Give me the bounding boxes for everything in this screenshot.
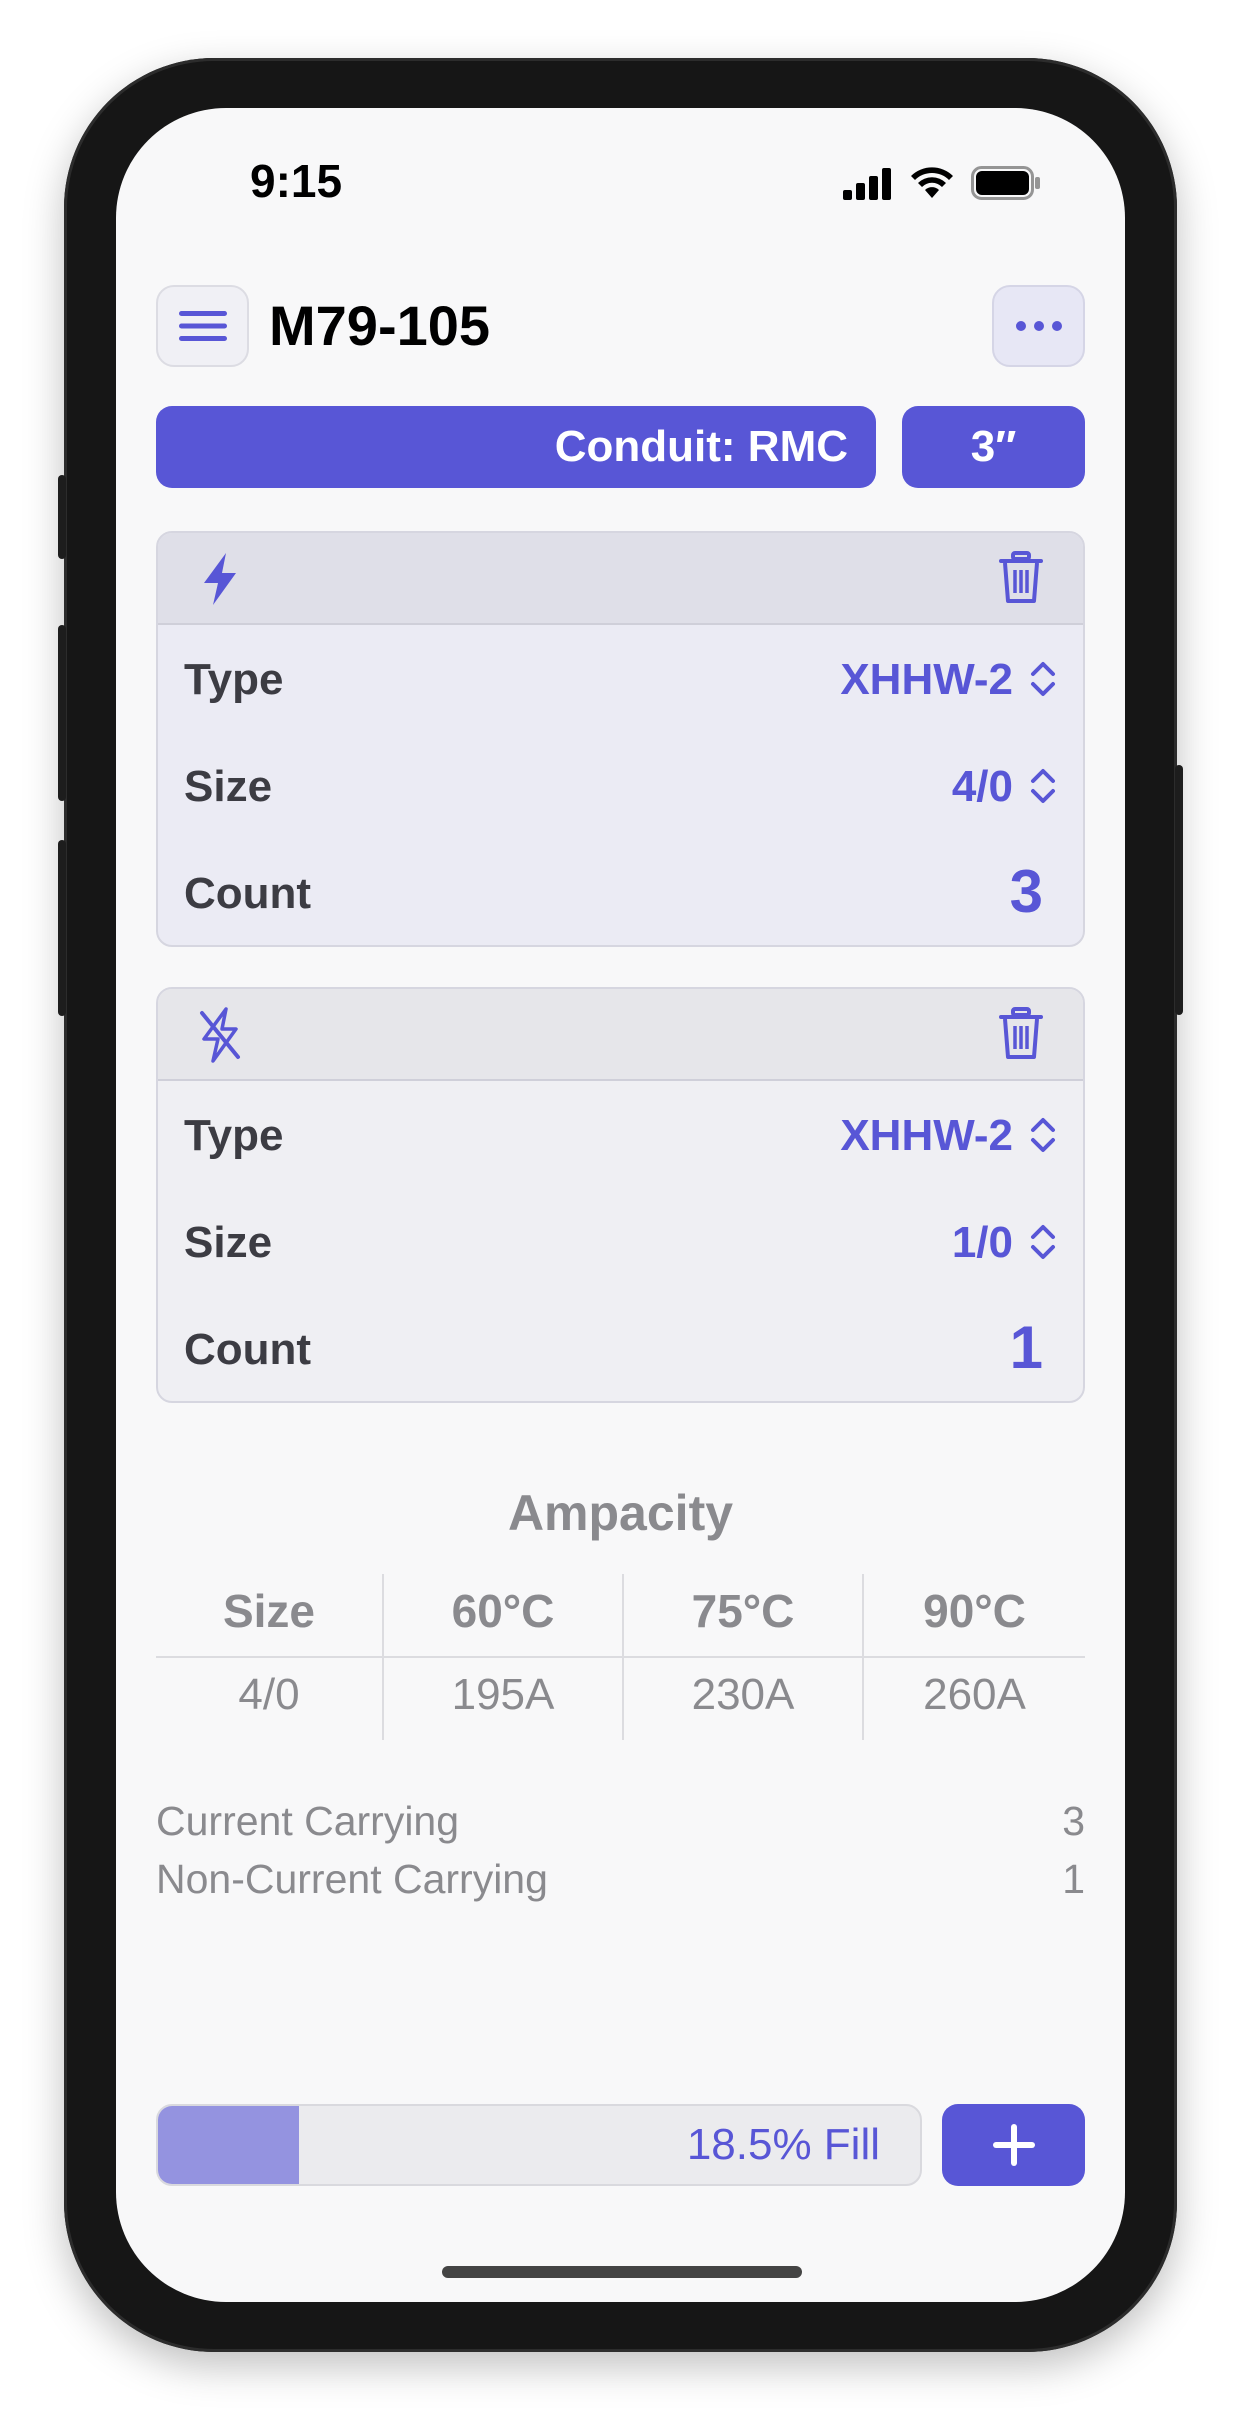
home-indicator [442,2266,802,2278]
table-header: 90°C [923,1585,1026,1637]
lightning-bolt-slash-icon [200,1007,240,1063]
count-value[interactable]: 1 [1010,1313,1043,1382]
volume-up-button [58,625,66,801]
table-cell: 4/0 [238,1670,300,1719]
conductor-type-row[interactable]: Type XHHW-2 [158,1081,1083,1188]
power-button [1175,765,1183,1015]
fill-percentage-label: 18.5% Fill [686,2120,880,2169]
table-header: Size [222,1585,316,1637]
cellular-signal-icon [843,168,891,200]
type-value[interactable]: XHHW-2 [840,1111,1013,1161]
trash-icon[interactable] [999,1007,1043,1061]
current-carrying-value: 3 [1062,1798,1085,1844]
table-column-60c: 60°C 195A [384,1574,622,1740]
table-cell: 195A [451,1670,555,1719]
current-carrying-label: Current Carrying [156,1798,460,1844]
mute-switch [58,475,66,559]
page-title: M79-105 [269,294,491,357]
conductor-count-row[interactable]: Count 1 [158,1295,1083,1401]
chevron-up-down-icon [1031,1118,1055,1152]
status-time: 9:15 [250,155,343,207]
card-header [158,989,1083,1081]
chevron-up-down-icon [1031,1225,1055,1259]
trash-icon[interactable] [999,551,1043,605]
lightning-bolt-icon [204,553,236,605]
status-icons [843,166,1041,200]
non-current-carrying-value: 1 [1062,1856,1085,1902]
size-value[interactable]: 1/0 [952,1218,1013,1268]
conduit-type-button[interactable]: Conduit: RMC [156,406,876,488]
plus-icon [992,2124,1035,2166]
type-label: Type [184,1111,284,1160]
wifi-icon [911,167,953,198]
size-label: Size [184,762,273,811]
hamburger-menu-icon [178,311,227,341]
menu-button[interactable] [156,285,249,367]
ampacity-table: Size 4/0 60°C 195A 75°C 230A 90°C 260A [156,1574,1085,1740]
type-value[interactable]: XHHW-2 [840,655,1013,705]
table-header: 60°C [451,1585,555,1637]
add-conductor-button[interactable] [942,2104,1085,2186]
table-cell: 260A [923,1670,1026,1719]
ellipsis-icon [1015,321,1026,331]
table-column-75c: 75°C 230A [624,1574,862,1740]
table-column-size: Size 4/0 [156,1574,382,1740]
size-value[interactable]: 4/0 [952,762,1013,812]
conductor-type-row[interactable]: Type XHHW-2 [158,625,1083,732]
current-carrying-row: Current Carrying 3 [156,1798,1085,1845]
size-label: Size [184,1218,273,1267]
conductor-card-current-carrying: Type XHHW-2 Size 4/0 Count 3 [156,531,1085,947]
conductor-card-non-current-carrying: Type XHHW-2 Size 1/0 Count 1 [156,987,1085,1403]
battery-icon [971,166,1040,200]
conductor-count-row[interactable]: Count 3 [158,839,1083,945]
chevron-up-down-icon [1031,662,1055,696]
type-label: Type [184,655,284,704]
conductor-size-row[interactable]: Size 1/0 [158,1188,1083,1295]
count-label: Count [184,1325,312,1374]
count-label: Count [184,869,312,918]
table-column-90c: 90°C 260A [864,1574,1085,1740]
card-header [158,533,1083,625]
count-value[interactable]: 3 [1010,857,1043,926]
non-current-carrying-label: Non-Current Carrying [156,1856,548,1902]
app-screen: 9:15 M79-105 Conduit: RMC 3″ Type XHHW-2… [116,108,1125,2302]
conductor-size-row[interactable]: Size 4/0 [158,732,1083,839]
non-current-carrying-row: Non-Current Carrying 1 [156,1856,1085,1903]
volume-down-button [58,840,66,1016]
conduit-size-button[interactable]: 3″ [902,406,1085,488]
chevron-up-down-icon [1031,769,1055,803]
table-cell: 230A [691,1670,795,1719]
table-header: 75°C [691,1585,795,1637]
conduit-fill-bar: 18.5% Fill [156,2104,922,2186]
more-options-button[interactable] [992,285,1085,367]
ampacity-title: Ampacity [507,1485,734,1541]
fill-progress [158,2106,299,2184]
